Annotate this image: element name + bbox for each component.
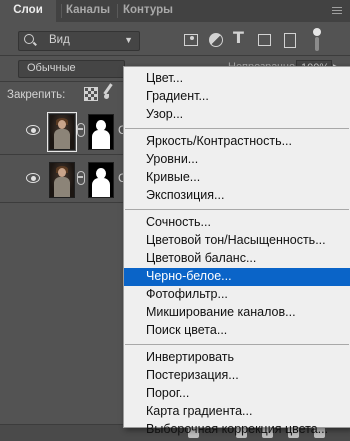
adjustment-filter-icon[interactable] [208, 32, 224, 48]
tab-layers[interactable]: Слои [0, 0, 56, 22]
chevron-down-icon: ▼ [124, 35, 133, 45]
filter-toggle-switch[interactable] [310, 28, 324, 52]
menu-item[interactable]: Сочность... [124, 214, 350, 232]
layer-thumbnail[interactable] [47, 112, 77, 152]
menu-item[interactable]: Экспозиция... [124, 187, 350, 205]
menu-item[interactable]: Кривые... [124, 169, 350, 187]
menu-item-label: Кривые... [146, 170, 201, 184]
tab-separator [117, 4, 118, 18]
menu-item-label: Карта градиента... [146, 404, 253, 418]
menu-item-label: Порог... [146, 386, 190, 400]
menu-item[interactable]: Цвет... [124, 70, 350, 88]
layer-row[interactable]: С [0, 107, 127, 153]
menu-item-label: Уровни... [146, 152, 199, 166]
panel-menu-icon[interactable] [332, 7, 342, 15]
menu-item-label: Градиент... [146, 89, 209, 103]
menu-item[interactable]: Порог... [124, 385, 350, 403]
visibility-eye-icon[interactable] [26, 125, 40, 135]
menu-item-label: Черно-белое... [146, 269, 232, 283]
menu-separator [125, 344, 349, 345]
menu-item-label: Сочность... [146, 215, 211, 229]
menu-item-label: Микширование каналов... [146, 305, 296, 319]
menu-item[interactable]: Поиск цвета... [124, 322, 350, 340]
menu-item-label: Цветовой тон/Насыщенность... [146, 233, 326, 247]
menu-separator [125, 128, 349, 129]
menu-item[interactable]: Яркость/Контрастность... [124, 133, 350, 151]
menu-item-label: Фотофильтр... [146, 287, 228, 301]
image-filter-icon[interactable] [183, 32, 199, 48]
filter-kind-label: Вид [49, 34, 70, 46]
layer-row[interactable]: С [0, 155, 127, 201]
layer-mask-thumbnail[interactable] [88, 162, 114, 198]
type-filter-icon[interactable]: T [233, 28, 249, 47]
lock-label: Закрепить: [7, 89, 66, 101]
menu-item[interactable]: Выборочная коррекция цвета... [124, 421, 350, 439]
smart-object-filter-icon[interactable] [282, 32, 298, 48]
blend-mode-select[interactable]: Обычные [18, 60, 125, 78]
menu-item[interactable]: Черно-белое... [124, 268, 350, 286]
lock-transparency-icon[interactable] [84, 87, 98, 101]
menu-item[interactable]: Инвертировать [124, 349, 350, 367]
panel-tab-bar: Слои Каналы Контуры [0, 0, 350, 22]
tab-separator [61, 4, 62, 18]
tab-channels[interactable]: Каналы [66, 0, 110, 22]
menu-item-label: Узор... [146, 107, 184, 121]
layer-thumbnail[interactable] [49, 162, 75, 198]
divider [0, 55, 350, 56]
layers-panel: Слои Каналы Контуры Вид ▼ T Обычные Непр… [0, 0, 350, 441]
menu-item-label: Выборочная коррекция цвета... [146, 422, 329, 436]
menu-item[interactable]: Цветовой баланс... [124, 250, 350, 268]
tab-paths[interactable]: Контуры [123, 0, 173, 22]
menu-item[interactable]: Градиент... [124, 88, 350, 106]
visibility-eye-icon[interactable] [26, 173, 40, 183]
menu-item[interactable]: Постеризация... [124, 367, 350, 385]
menu-item-label: Поиск цвета... [146, 323, 228, 337]
menu-item-label: Экспозиция... [146, 188, 225, 202]
adjustment-layer-menu: Цвет... Градиент... Узор... Яркость/Контрас… [123, 66, 350, 436]
menu-item-label: Цветовой баланс... [146, 251, 257, 265]
menu-item[interactable]: Уровни... [124, 151, 350, 169]
menu-item[interactable]: Карта градиента... [124, 403, 350, 421]
link-chain-icon[interactable] [76, 123, 85, 137]
menu-item[interactable]: Фотофильтр... [124, 286, 350, 304]
layer-filter-kind-select[interactable]: Вид ▼ [18, 31, 140, 51]
lock-image-pixels-icon[interactable] [103, 83, 117, 102]
menu-item[interactable]: Микширование каналов... [124, 304, 350, 322]
shape-filter-icon[interactable] [257, 32, 273, 48]
blend-mode-value: Обычные [27, 62, 76, 74]
menu-item-label: Яркость/Контрастность... [146, 134, 293, 148]
layer-mask-thumbnail[interactable] [88, 114, 114, 150]
menu-item[interactable]: Узор... [124, 106, 350, 124]
menu-item[interactable]: Цветовой тон/Насыщенность... [124, 232, 350, 250]
menu-item-label: Цвет... [146, 71, 184, 85]
menu-item-label: Постеризация... [146, 368, 239, 382]
menu-separator [125, 209, 349, 210]
menu-item-label: Инвертировать [146, 350, 235, 364]
divider [0, 202, 123, 203]
link-chain-icon[interactable] [76, 171, 85, 185]
search-icon [24, 34, 34, 44]
